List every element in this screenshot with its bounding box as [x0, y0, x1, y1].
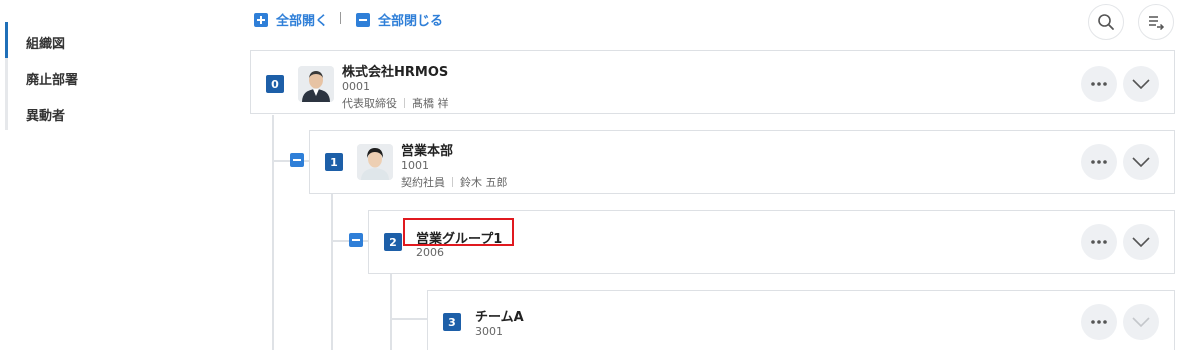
expand-details-button[interactable]: [1123, 224, 1159, 260]
search-icon: [1098, 14, 1114, 30]
node-code: 3001: [475, 325, 503, 338]
more-options-button[interactable]: [1081, 224, 1117, 260]
org-node-card[interactable]: 1 営業本部 1001 契約社員 鈴木 五郎: [309, 130, 1175, 194]
expand-details-button[interactable]: [1123, 66, 1159, 102]
collapse-all-button[interactable]: 全部閉じる: [356, 10, 443, 29]
search-button[interactable]: [1088, 4, 1124, 40]
plus-square-icon: [254, 12, 268, 27]
chevron-down-icon: [1132, 317, 1150, 327]
node-name: 営業本部: [401, 144, 454, 159]
nav-item-abolished-departments[interactable]: 廃止部署: [26, 69, 78, 88]
node-code: 2006: [416, 246, 444, 259]
meta-separator: [404, 98, 405, 108]
highlight-box: [403, 218, 514, 246]
tree-connector: [390, 274, 392, 350]
level-badge: 3: [443, 313, 461, 331]
tree-connector: [390, 318, 428, 320]
more-options-button[interactable]: [1081, 304, 1117, 340]
manager-role: 契約社員: [401, 176, 445, 189]
node-name: チームA: [475, 310, 524, 325]
org-node-card[interactable]: 3 チームA 3001: [427, 290, 1175, 350]
sort-button[interactable]: [1138, 4, 1174, 40]
avatar: [298, 66, 334, 102]
minus-square-icon: [356, 12, 370, 27]
expand-details-button[interactable]: [1123, 304, 1159, 340]
manager-name: 鈴木 五郎: [460, 176, 508, 189]
side-navigation: 組織図 廃止部署 異動者: [0, 0, 230, 350]
chevron-down-icon: [1132, 237, 1150, 247]
node-code: 1001: [401, 159, 429, 172]
collapse-toggle-level-2[interactable]: [349, 233, 363, 247]
more-options-button[interactable]: [1081, 66, 1117, 102]
tree-connector: [331, 194, 333, 350]
org-node-card[interactable]: 0 株式会社HRMOS 0001 代表取締役 髙橋 祥: [250, 50, 1175, 114]
node-manager: 契約社員 鈴木 五郎: [401, 174, 508, 190]
expand-all-label: 全部開く: [276, 14, 329, 29]
more-options-button[interactable]: [1081, 144, 1117, 180]
chevron-down-icon: [1132, 79, 1150, 89]
list-arrow-icon: [1149, 16, 1165, 31]
level-badge: 2: [384, 233, 402, 251]
collapse-toggle-level-1[interactable]: [290, 153, 304, 167]
ellipsis-icon: [1091, 240, 1107, 244]
node-name: 株式会社HRMOS: [342, 65, 449, 80]
manager-role: 代表取締役: [342, 97, 397, 110]
avatar: [357, 144, 393, 180]
nav-active-indicator: [5, 22, 8, 58]
manager-name: 髙橋 祥: [412, 97, 449, 110]
expand-all-button[interactable]: 全部開く: [254, 10, 328, 29]
node-code: 0001: [342, 80, 370, 93]
ellipsis-icon: [1091, 160, 1107, 164]
nav-item-transferees[interactable]: 異動者: [26, 105, 65, 124]
meta-separator: [452, 177, 453, 187]
ellipsis-icon: [1091, 82, 1107, 86]
collapse-all-label: 全部閉じる: [378, 14, 444, 29]
toolbar-separator: [340, 12, 341, 24]
level-badge: 0: [266, 75, 284, 93]
ellipsis-icon: [1091, 320, 1107, 324]
nav-item-org-chart[interactable]: 組織図: [26, 33, 65, 52]
tree-connector: [272, 115, 274, 350]
chevron-down-icon: [1132, 157, 1150, 167]
node-manager: 代表取締役 髙橋 祥: [342, 95, 449, 111]
expand-details-button[interactable]: [1123, 144, 1159, 180]
level-badge: 1: [325, 153, 343, 171]
